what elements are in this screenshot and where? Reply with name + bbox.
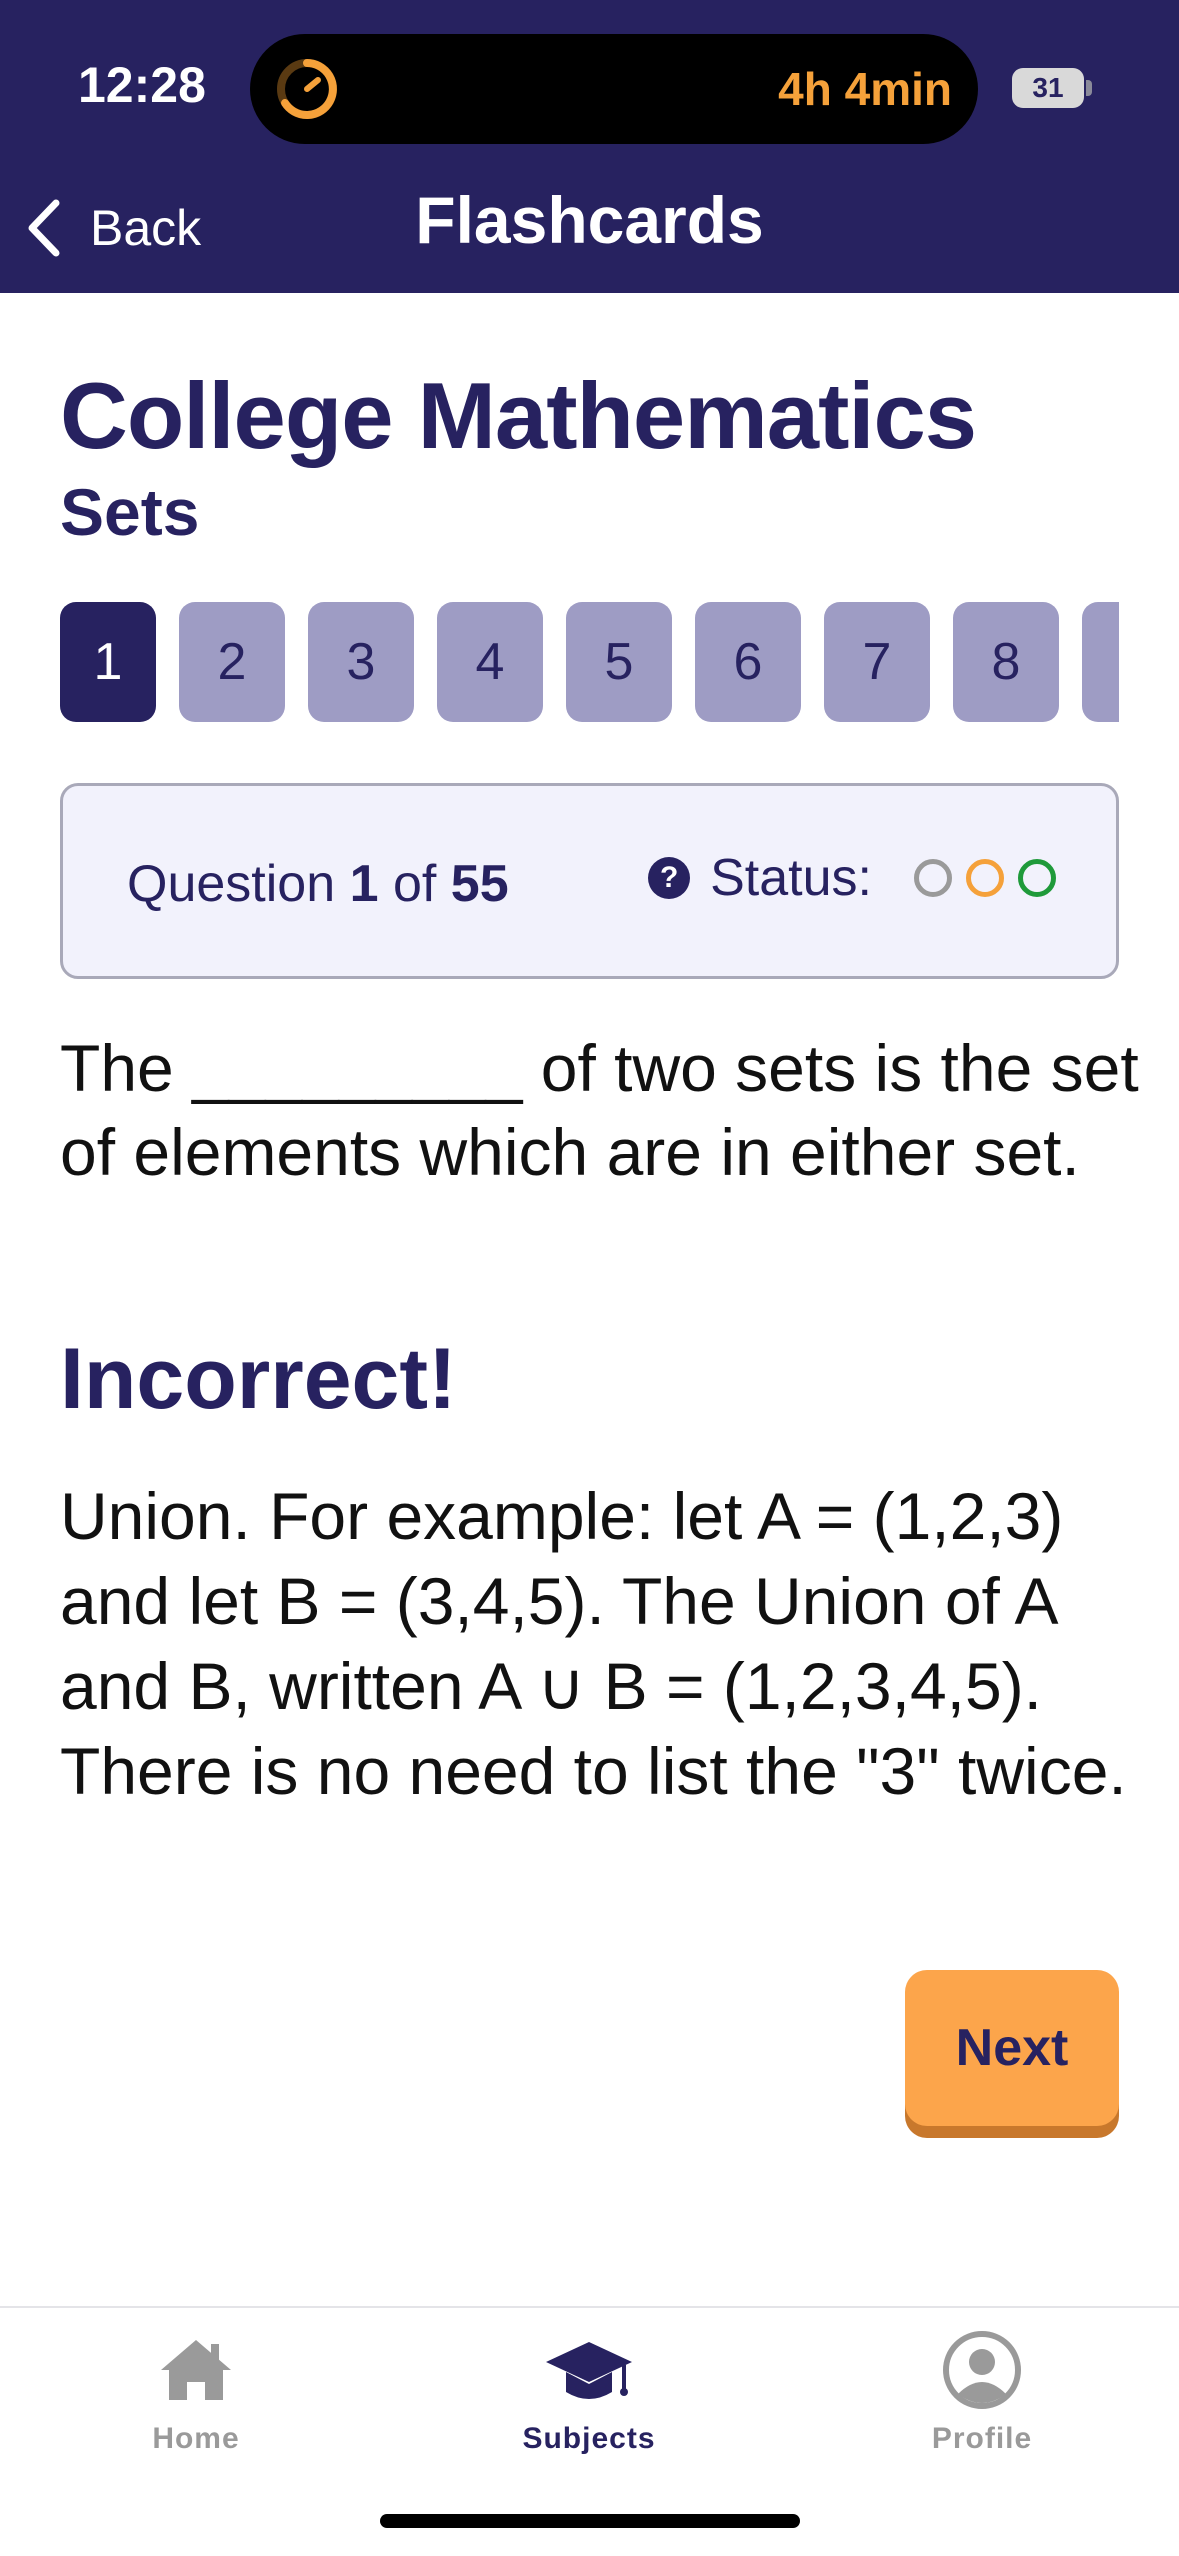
- question-total: 55: [450, 855, 509, 913]
- page-button-6[interactable]: 6: [695, 602, 801, 722]
- status-ring-gray: [914, 859, 952, 897]
- tab-home-label: Home: [152, 2422, 240, 2455]
- timer-icon: [277, 59, 337, 119]
- tab-subjects[interactable]: Subjects: [469, 2330, 709, 2456]
- tab-home[interactable]: Home: [76, 2330, 316, 2456]
- page-button-9[interactable]: 9: [1082, 602, 1119, 722]
- page-button-5[interactable]: 5: [566, 602, 672, 722]
- page-button-2[interactable]: 2: [179, 602, 285, 722]
- subject-title: College Mathematics: [60, 363, 977, 468]
- page-title: Flashcards: [415, 183, 764, 257]
- battery-icon: 31: [1012, 68, 1092, 108]
- live-activity-text: 4h 4min: [778, 63, 952, 115]
- app-header: 12:28 4h 4min 31 Back Flashcards: [0, 0, 1179, 293]
- status-time: 12:28: [78, 57, 206, 113]
- question-text: The _________ of two sets is the set of …: [60, 1031, 1139, 1189]
- question-info-box: Question 1 of 55 ? Status:: [60, 783, 1119, 979]
- topic-title: Sets: [60, 475, 200, 549]
- tab-subjects-label: Subjects: [522, 2422, 656, 2455]
- next-button[interactable]: Next: [905, 1970, 1119, 2126]
- page-button-8[interactable]: 8: [953, 602, 1059, 722]
- page-button-4[interactable]: 4: [437, 602, 543, 722]
- page-button-7[interactable]: 7: [824, 602, 930, 722]
- profile-icon: [943, 2331, 1021, 2409]
- answer-text: Union. For example: let A = (1,2,3) and …: [60, 1479, 1127, 1808]
- question-current: 1: [349, 855, 379, 913]
- graduation-cap-icon: [546, 2342, 632, 2399]
- feedback-title: Incorrect!: [60, 1331, 457, 1427]
- home-icon: [161, 2340, 231, 2400]
- battery-nub: [1086, 80, 1092, 96]
- question-pager[interactable]: 123456789: [60, 602, 1119, 722]
- dynamic-island[interactable]: 4h 4min: [250, 34, 978, 144]
- status-ring-green: [1018, 859, 1056, 897]
- question-counter: Question 1 of 55: [127, 854, 509, 914]
- question-label: Question: [127, 855, 336, 913]
- home-indicator: [380, 2514, 800, 2528]
- battery-level: 31: [1012, 68, 1084, 108]
- status-label: Status:: [710, 849, 872, 907]
- page-button-1[interactable]: 1: [60, 602, 156, 722]
- tab-profile[interactable]: Profile: [862, 2330, 1102, 2456]
- tab-profile-label: Profile: [931, 2422, 1033, 2455]
- help-icon[interactable]: ?: [648, 857, 691, 899]
- status-ring-orange: [966, 859, 1004, 897]
- question-status: ? Status:: [648, 848, 1056, 908]
- question-of-label: of: [392, 855, 437, 913]
- page-button-3[interactable]: 3: [308, 602, 414, 722]
